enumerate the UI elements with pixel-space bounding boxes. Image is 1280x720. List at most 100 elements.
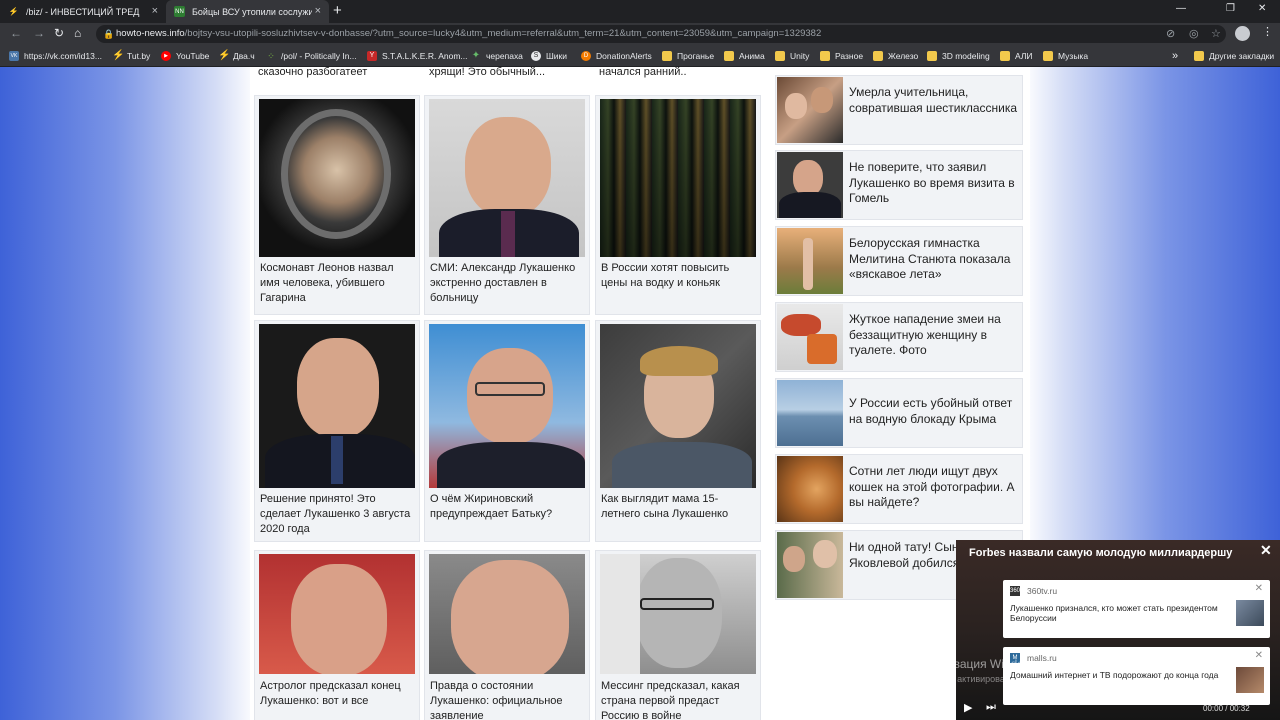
push-notification[interactable]: M malls.ru ✕ Домашний интернет и ТВ подо… <box>1003 647 1270 705</box>
windows-activation-hint: Чтобы активировать Windows, перейдите в … <box>928 674 1018 684</box>
bookmark-label: https://vk.com/id13... <box>24 51 102 61</box>
tab-label: /biz/ - ИНВЕСТИЦИЙ ТРЕД <box>26 6 140 17</box>
news-card[interactable]: О чём Жириновский предупреждает Батьку? <box>424 320 590 542</box>
bookmark-label: Музыка <box>1058 51 1089 61</box>
news-card[interactable]: Космонавт Леонов назвал имя человека, уб… <box>254 95 420 315</box>
news-card[interactable]: СМИ: Александр Лукашенко экстренно доста… <box>424 95 590 315</box>
extension-icon[interactable]: ◎ <box>1189 27 1199 40</box>
address-bar-row: ← → ↻ ⌂ 🔒 howto-news.info/bojtsy-vsu-uto… <box>0 23 1280 45</box>
bookmark-shiki[interactable]: S Шики <box>531 45 567 67</box>
camera-blocked-icon[interactable]: ⊘ <box>1166 27 1175 40</box>
card-image <box>259 554 415 674</box>
card-image <box>600 324 756 488</box>
card-title: Как выглядит мама 15-летнего сына Лукаше… <box>601 493 729 520</box>
skip-next-icon[interactable]: ⏭ <box>986 701 996 714</box>
shiki-icon: S <box>531 51 541 61</box>
sidebar-card[interactable]: Жуткое нападение змеи на беззащитную жен… <box>775 302 1023 372</box>
close-icon[interactable]: ✕ <box>1255 650 1263 661</box>
windows-activation-watermark: Активация Windows <box>928 657 1039 671</box>
bookmark-donationalerts[interactable]: D DonationAlerts <box>581 45 652 67</box>
back-arrow-icon[interactable]: ← <box>10 26 22 40</box>
sidebar-card[interactable]: Умерла учительница, совратившая шестикла… <box>775 75 1023 145</box>
card-image <box>600 554 756 674</box>
card-image <box>429 324 585 488</box>
sidebar-title: У России есть убойный ответ на водную бл… <box>849 396 1013 426</box>
news-card[interactable]: Мессинг предсказал, какая страна первой … <box>595 550 761 720</box>
news-card[interactable]: Правда о состоянии Лукашенко: официально… <box>424 550 590 720</box>
url-field[interactable]: 🔒 howto-news.info/bojtsy-vsu-utopili-sos… <box>96 25 1226 43</box>
close-icon[interactable]: × <box>152 5 158 17</box>
folder-icon <box>724 51 734 61</box>
news-card[interactable]: Астролог предсказал конец Лукашенко: вот… <box>254 550 420 720</box>
forward-arrow-icon[interactable]: → <box>33 26 45 40</box>
bookmark-dvach[interactable]: ⚡ Два.ч <box>218 45 255 67</box>
card-title: О чём Жириновский предупреждает Батьку? <box>430 493 553 520</box>
kebab-menu-icon[interactable]: ⋮ <box>1262 25 1273 38</box>
bookmark-star-icon[interactable]: ☆ <box>1211 27 1221 40</box>
bookmark-label: S.T.A.L.K.E.R. Anom... <box>382 51 468 61</box>
profile-avatar[interactable] <box>1235 26 1250 41</box>
sidebar-card[interactable]: У России есть убойный ответ на водную бл… <box>775 378 1023 448</box>
play-icon[interactable]: ▶ <box>964 701 972 714</box>
push-notification[interactable]: 360 360tv.ru ✕ Лукашенко признался, кто … <box>1003 580 1270 638</box>
sidebar-title: Сотни лет люди ищут двух кошек на этой ф… <box>849 464 1015 509</box>
folder-icon <box>775 51 785 61</box>
folder-icon <box>1194 51 1204 61</box>
close-icon[interactable]: × <box>315 5 321 17</box>
sidebar-thumb <box>777 77 843 143</box>
sidebar-card[interactable]: Сотни лет люди ищут двух кошек на этой ф… <box>775 454 1023 524</box>
bookmark-folder-zhelezo[interactable]: Железо <box>873 45 918 67</box>
bookmark-folder-anima[interactable]: Анима <box>724 45 765 67</box>
card-title-cutoff[interactable]: сказочно разбогатеет <box>258 67 418 83</box>
folder-icon <box>1000 51 1010 61</box>
folder-icon <box>820 51 830 61</box>
new-tab-plus-icon[interactable]: + <box>333 2 342 19</box>
bookmark-tutby[interactable]: ⚡ Tut.by <box>112 45 150 67</box>
lightning-icon: ⚡ <box>218 50 231 61</box>
bookmark-folder-3d[interactable]: 3D modeling <box>927 45 990 67</box>
reload-icon[interactable]: ↻ <box>54 26 64 40</box>
home-icon[interactable]: ⌂ <box>74 26 81 40</box>
bookmark-label: YouTube <box>176 51 210 61</box>
bookmark-folder-raznoe[interactable]: Разное <box>820 45 863 67</box>
sidebar-card[interactable]: Не поверите, что заявил Лукашенко во вре… <box>775 150 1023 220</box>
sidebar-thumb <box>777 152 843 218</box>
tab-active-article[interactable]: NN Бойцы ВСУ утопили сослуживц × <box>166 0 329 23</box>
card-title-cutoff[interactable]: хрящи! Это обычный... <box>429 67 589 83</box>
turtle-icon: ✦ <box>471 50 481 61</box>
card-title: Космонавт Леонов назвал имя человека, уб… <box>260 262 394 304</box>
bookmark-other-folder[interactable]: Другие закладки <box>1194 45 1274 67</box>
bookmark-youtube[interactable]: ▶ YouTube <box>161 45 209 67</box>
bookmark-stalker[interactable]: Y S.T.A.L.K.E.R. Anom... <box>367 45 468 67</box>
bookmark-pol[interactable]: ⁘ /pol/ - Politically In... <box>266 45 356 67</box>
bookmark-folder-ali[interactable]: АЛИ <box>1000 45 1033 67</box>
bookmark-label: Шики <box>546 51 568 61</box>
bookmark-folder-proganye[interactable]: Проганье <box>662 45 714 67</box>
bookmark-vk[interactable]: VK https://vk.com/id13... <box>9 45 102 67</box>
close-icon[interactable]: ✕ <box>1260 542 1272 559</box>
news-card[interactable]: Решение принято! Это сделает Лукашенко 3… <box>254 320 420 542</box>
tutby-icon: ⚡ <box>112 50 125 61</box>
notification-text: Лукашенко признался, кто может стать пре… <box>1010 603 1218 623</box>
maximize-icon[interactable]: ❐ <box>1226 3 1235 14</box>
notification-thumb <box>1236 600 1264 626</box>
folder-icon <box>1043 51 1053 61</box>
url-path: /bojtsy-vsu-utopili-sosluzhivtsev-v-donb… <box>184 28 822 39</box>
bookmark-folder-music[interactable]: Музыка <box>1043 45 1088 67</box>
notification-source: 360tv.ru <box>1027 586 1058 596</box>
bookmark-label: Другие закладки <box>1209 51 1275 61</box>
folder-icon <box>873 51 883 61</box>
news-card[interactable]: В России хотят повысить цены на водку и … <box>595 95 761 315</box>
close-icon[interactable]: ✕ <box>1255 583 1263 594</box>
minimize-icon[interactable]: — <box>1176 3 1186 14</box>
card-title-cutoff[interactable]: начался ранний.. <box>599 67 759 83</box>
youtube-icon: ▶ <box>161 51 171 61</box>
tab-biz[interactable]: ⚡ /biz/ - ИНВЕСТИЦИЙ ТРЕД × <box>0 0 166 23</box>
bookmarks-overflow-chevron[interactable]: » <box>1172 45 1178 67</box>
window-close-icon[interactable]: ✕ <box>1258 3 1266 14</box>
news-card[interactable]: Как выглядит мама 15-летнего сына Лукаше… <box>595 320 761 542</box>
source-360-icon: 360 <box>1010 586 1021 596</box>
bookmark-folder-unity[interactable]: Unity <box>775 45 809 67</box>
bookmark-turtle[interactable]: ✦ черепаха <box>471 45 523 67</box>
sidebar-card[interactable]: Белорусская гимнастка Мелитина Станюта п… <box>775 226 1023 296</box>
